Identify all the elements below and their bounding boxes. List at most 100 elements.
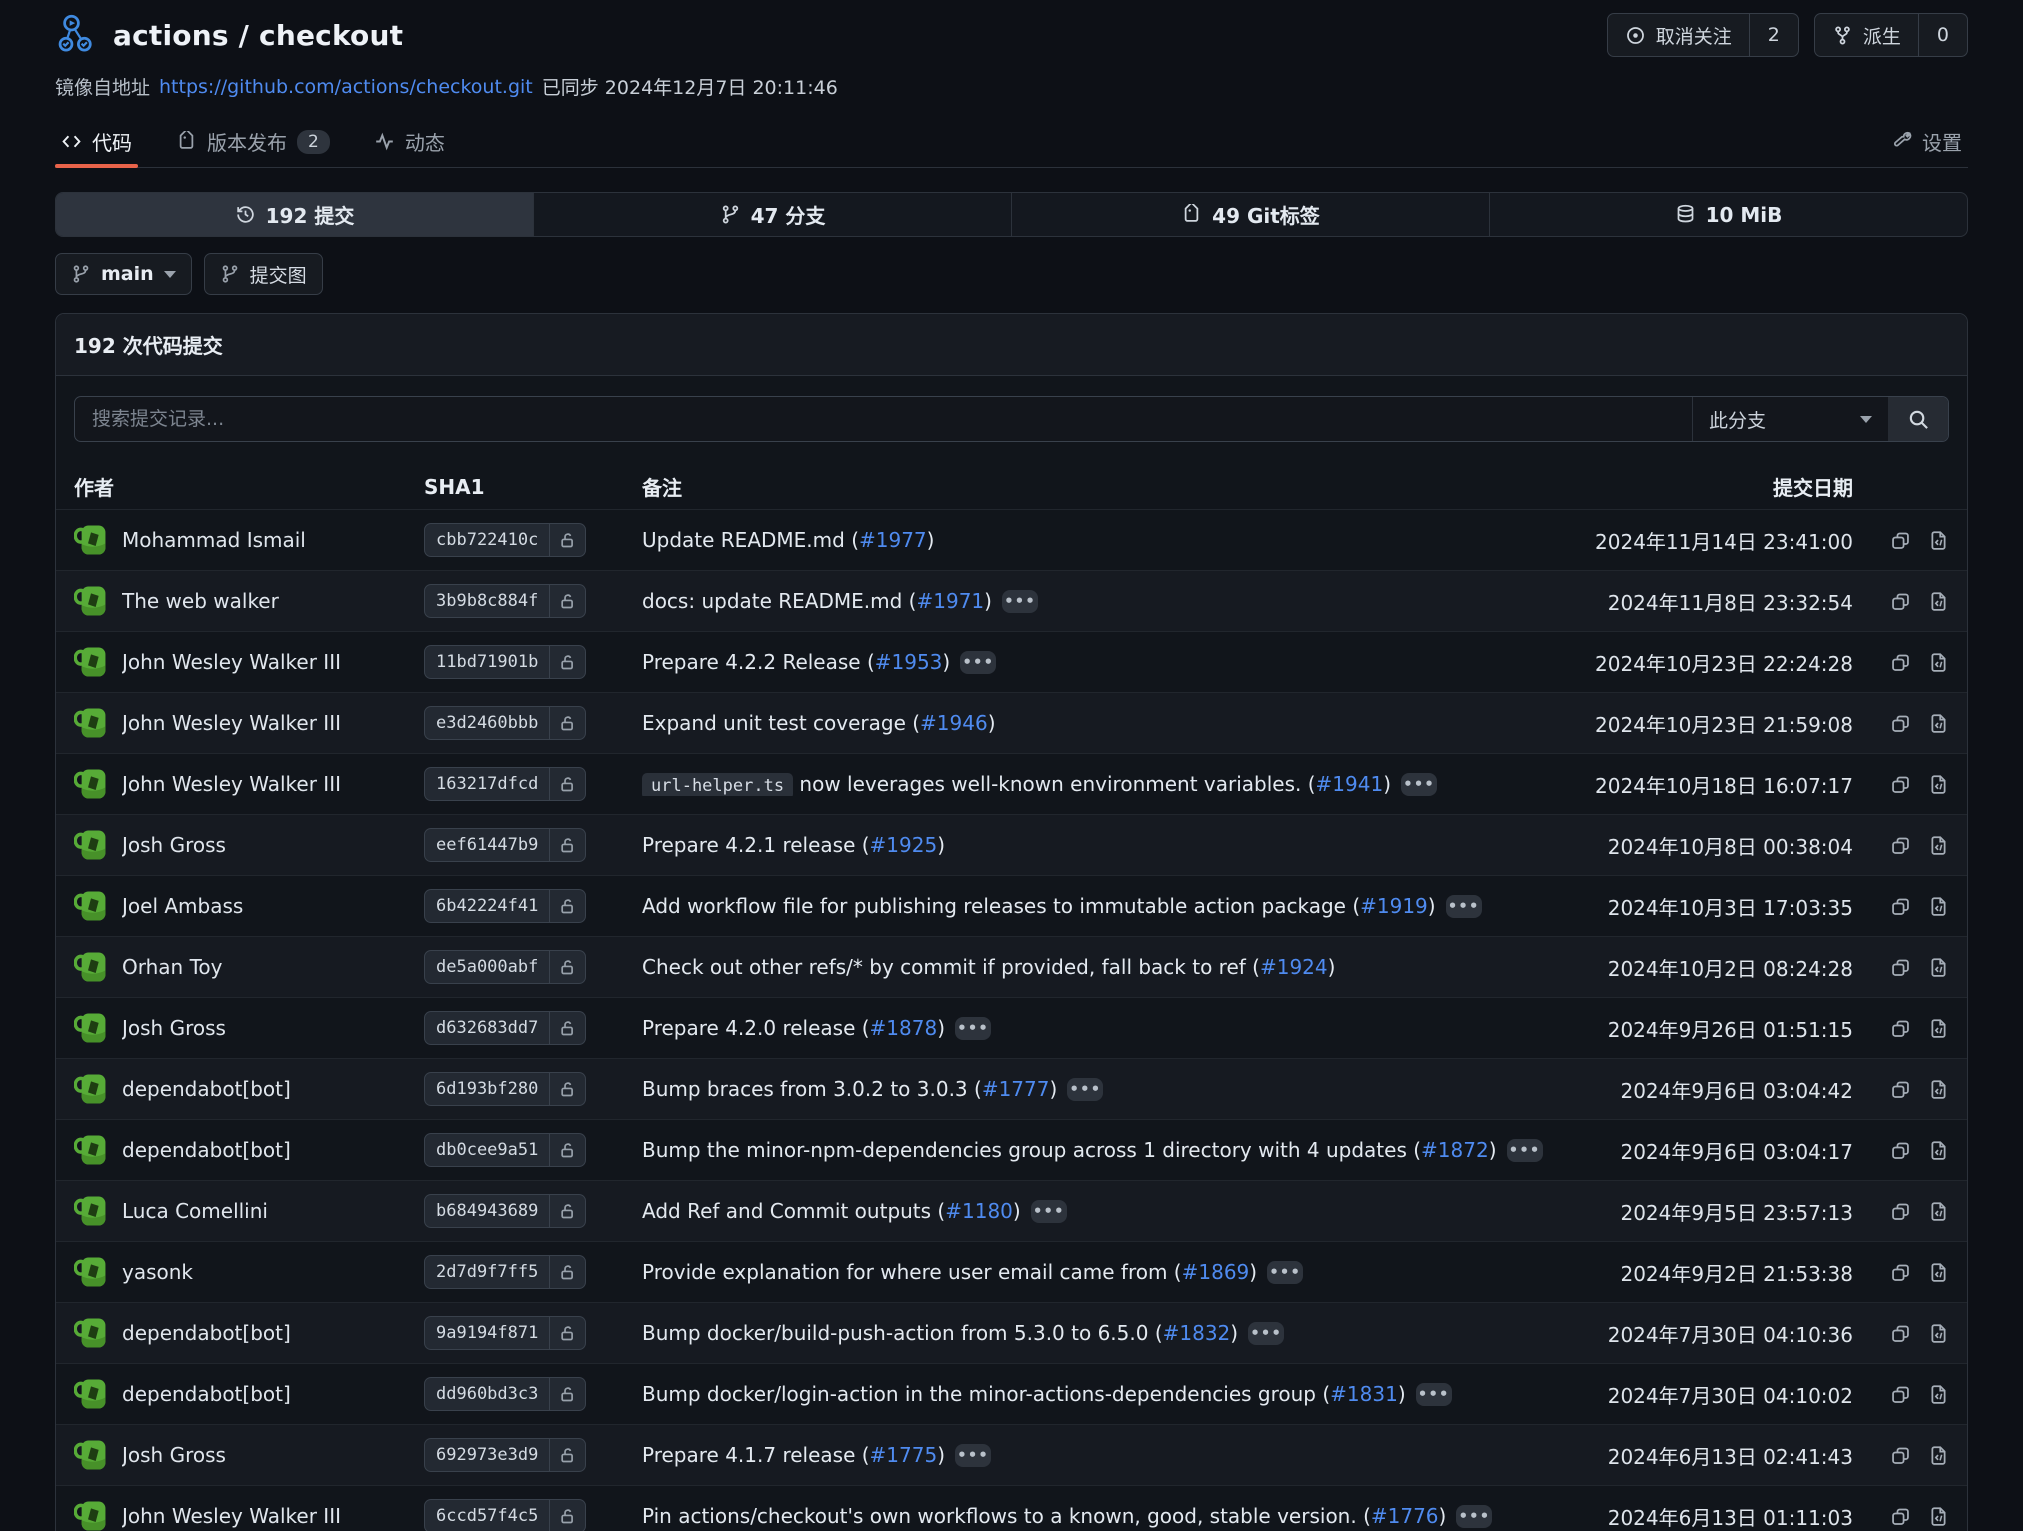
commit-sha-badge[interactable]: 692973e3d9 <box>424 1438 586 1472</box>
copy-sha-button[interactable] <box>1890 835 1911 856</box>
issue-link[interactable]: #1180 <box>945 1199 1013 1223</box>
view-files-button[interactable] <box>1928 1323 1949 1344</box>
issue-link[interactable]: #1941 <box>1316 772 1384 796</box>
commit-sha-badge[interactable]: 11bd71901b <box>424 645 586 679</box>
avatar[interactable] <box>74 1438 108 1472</box>
branch-filter-dropdown[interactable]: 此分支 <box>1692 397 1888 441</box>
search-button[interactable] <box>1888 397 1948 441</box>
issue-link[interactable]: #1775 <box>870 1443 938 1467</box>
expand-commit-button[interactable]: ••• <box>1416 1383 1452 1406</box>
issue-link[interactable]: #1832 <box>1163 1321 1231 1345</box>
copy-sha-button[interactable] <box>1890 1018 1911 1039</box>
stat-size[interactable]: 10 MiB <box>1490 193 1967 236</box>
expand-commit-button[interactable]: ••• <box>955 1444 991 1467</box>
commit-sha-badge[interactable]: dd960bd3c3 <box>424 1377 586 1411</box>
avatar[interactable] <box>74 584 108 618</box>
commit-sha-badge[interactable]: 9a9194f871 <box>424 1316 586 1350</box>
copy-sha-button[interactable] <box>1890 1323 1911 1344</box>
forks-count[interactable]: 0 <box>1918 14 1967 56</box>
view-files-button[interactable] <box>1928 774 1949 795</box>
commit-sha-badge[interactable]: de5a000abf <box>424 950 586 984</box>
issue-link[interactable]: #1919 <box>1360 894 1428 918</box>
tab-settings[interactable]: 设置 <box>1891 116 1962 167</box>
avatar[interactable] <box>74 1255 108 1289</box>
issue-link[interactable]: #1925 <box>870 833 938 857</box>
view-files-button[interactable] <box>1928 957 1949 978</box>
commit-sha-badge[interactable]: 6d193bf280 <box>424 1072 586 1106</box>
view-files-button[interactable] <box>1928 1140 1949 1161</box>
commit-sha-badge[interactable]: 6ccd57f4c5 <box>424 1499 586 1531</box>
tab-releases[interactable]: 版本发布 2 <box>176 116 330 167</box>
avatar[interactable] <box>74 1316 108 1350</box>
avatar[interactable] <box>74 1499 108 1531</box>
view-files-button[interactable] <box>1928 1262 1949 1283</box>
avatar[interactable] <box>74 523 108 557</box>
copy-sha-button[interactable] <box>1890 1445 1911 1466</box>
avatar[interactable] <box>74 1377 108 1411</box>
copy-sha-button[interactable] <box>1890 1384 1911 1405</box>
commit-sha-badge[interactable]: 6b42224f41 <box>424 889 586 923</box>
stat-commits[interactable]: 192 提交 <box>56 193 534 236</box>
copy-sha-button[interactable] <box>1890 1506 1911 1527</box>
view-files-button[interactable] <box>1928 896 1949 917</box>
view-files-button[interactable] <box>1928 1018 1949 1039</box>
copy-sha-button[interactable] <box>1890 1201 1911 1222</box>
copy-sha-button[interactable] <box>1890 713 1911 734</box>
avatar[interactable] <box>74 767 108 801</box>
commit-sha-badge[interactable]: 2d7d9f7ff5 <box>424 1255 586 1289</box>
commit-sha-badge[interactable]: db0cee9a51 <box>424 1133 586 1167</box>
view-files-button[interactable] <box>1928 835 1949 856</box>
tab-activity[interactable]: 动态 <box>374 116 445 167</box>
branch-selector[interactable]: main <box>55 253 192 295</box>
unwatch-button[interactable]: 取消关注 <box>1608 14 1749 56</box>
avatar[interactable] <box>74 1072 108 1106</box>
avatar[interactable] <box>74 706 108 740</box>
issue-link[interactable]: #1977 <box>859 528 927 552</box>
mirror-url-link[interactable]: https://github.com/actions/checkout.git <box>159 76 533 98</box>
expand-commit-button[interactable]: ••• <box>1507 1139 1543 1162</box>
copy-sha-button[interactable] <box>1890 530 1911 551</box>
commit-sha-badge[interactable]: cbb722410c <box>424 523 586 557</box>
expand-commit-button[interactable]: ••• <box>955 1017 991 1040</box>
view-files-button[interactable] <box>1928 530 1949 551</box>
copy-sha-button[interactable] <box>1890 1262 1911 1283</box>
issue-link[interactable]: #1872 <box>1421 1138 1489 1162</box>
watchers-count[interactable]: 2 <box>1749 14 1798 56</box>
view-files-button[interactable] <box>1928 652 1949 673</box>
stat-branches[interactable]: 47 分支 <box>534 193 1012 236</box>
expand-commit-button[interactable]: ••• <box>1248 1322 1284 1345</box>
view-files-button[interactable] <box>1928 1201 1949 1222</box>
expand-commit-button[interactable]: ••• <box>1267 1261 1303 1284</box>
fork-button[interactable]: 派生 <box>1815 14 1918 56</box>
expand-commit-button[interactable]: ••• <box>1446 895 1482 918</box>
stat-tags[interactable]: 49 Git标签 <box>1012 193 1490 236</box>
issue-link[interactable]: #1869 <box>1182 1260 1250 1284</box>
copy-sha-button[interactable] <box>1890 1140 1911 1161</box>
issue-link[interactable]: #1776 <box>1371 1504 1439 1528</box>
view-files-button[interactable] <box>1928 1384 1949 1405</box>
commit-sha-badge[interactable]: eef61447b9 <box>424 828 586 862</box>
copy-sha-button[interactable] <box>1890 957 1911 978</box>
expand-commit-button[interactable]: ••• <box>1031 1200 1067 1223</box>
expand-commit-button[interactable]: ••• <box>1456 1505 1492 1528</box>
avatar[interactable] <box>74 645 108 679</box>
expand-commit-button[interactable]: ••• <box>1067 1078 1103 1101</box>
commit-sha-badge[interactable]: e3d2460bbb <box>424 706 586 740</box>
commit-sha-badge[interactable]: d632683dd7 <box>424 1011 586 1045</box>
issue-link[interactable]: #1831 <box>1330 1382 1398 1406</box>
issue-link[interactable]: #1953 <box>875 650 943 674</box>
avatar[interactable] <box>74 950 108 984</box>
expand-commit-button[interactable]: ••• <box>960 651 996 674</box>
issue-link[interactable]: #1777 <box>982 1077 1050 1101</box>
repo-title[interactable]: actions / checkout <box>113 19 403 52</box>
commit-sha-badge[interactable]: b684943689 <box>424 1194 586 1228</box>
issue-link[interactable]: #1971 <box>916 589 984 613</box>
expand-commit-button[interactable]: ••• <box>1401 773 1437 796</box>
issue-link[interactable]: #1924 <box>1260 955 1328 979</box>
copy-sha-button[interactable] <box>1890 591 1911 612</box>
commit-sha-badge[interactable]: 163217dfcd <box>424 767 586 801</box>
copy-sha-button[interactable] <box>1890 652 1911 673</box>
avatar[interactable] <box>74 828 108 862</box>
commit-search-input[interactable] <box>75 397 1692 441</box>
issue-link[interactable]: #1946 <box>920 711 988 735</box>
